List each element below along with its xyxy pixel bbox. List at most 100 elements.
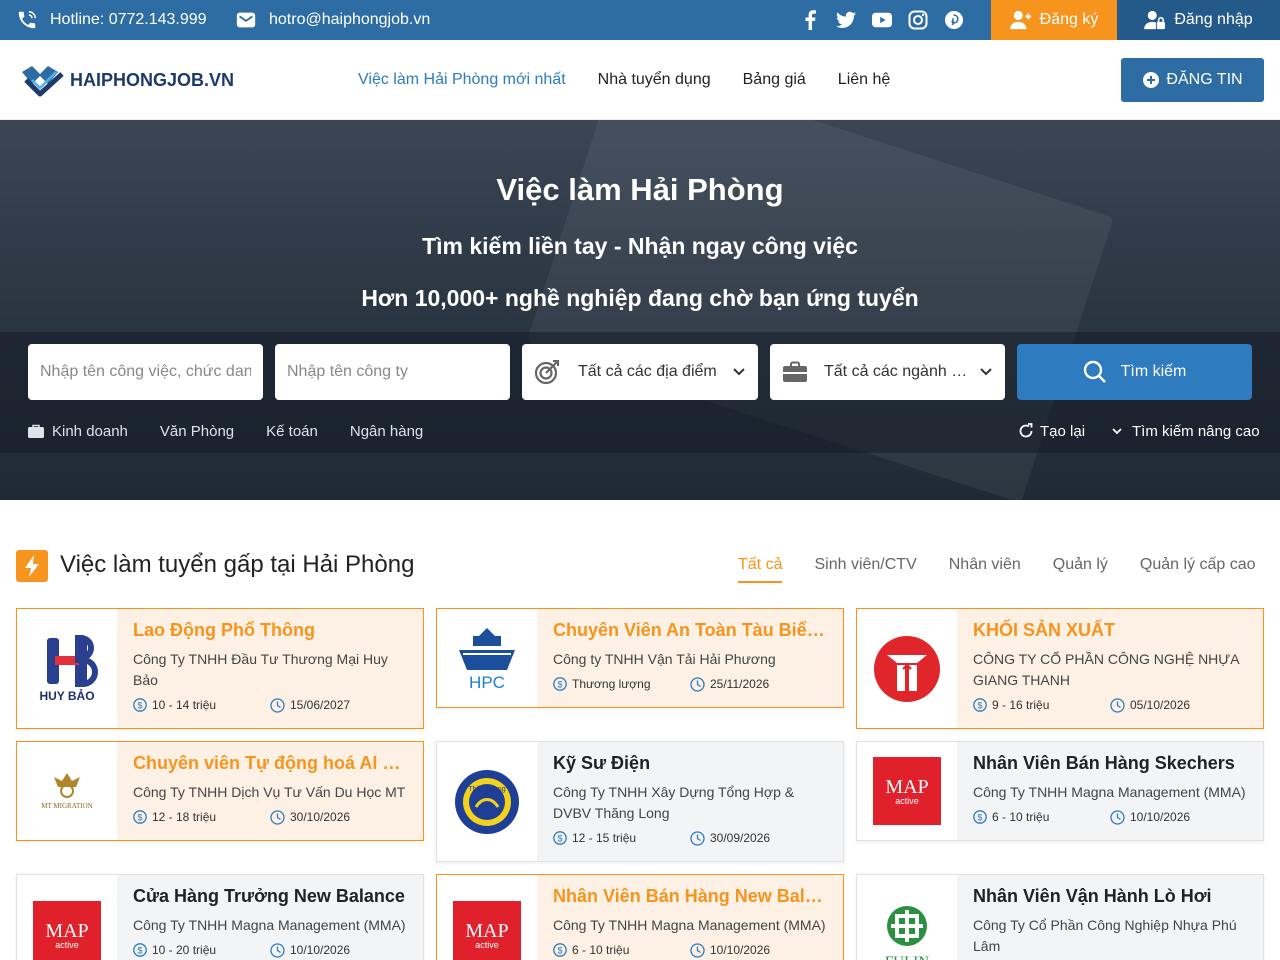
- nav-pricing[interactable]: Bảng giá: [743, 71, 806, 89]
- job-title[interactable]: KHỐI SẢN XUẤT: [973, 619, 1247, 641]
- advanced-search-toggle[interactable]: Tìm kiếm nâng cao: [1110, 420, 1260, 442]
- tag-accounting[interactable]: Kế toán: [266, 423, 318, 440]
- section-title: Việc làm tuyển gấp tại Hải Phòng: [60, 551, 415, 578]
- reset-button[interactable]: Tạo lại: [1018, 420, 1085, 442]
- company-logo[interactable]: HPC: [437, 609, 537, 707]
- company-logo[interactable]: [857, 609, 957, 728]
- dollar-icon: $: [973, 698, 987, 712]
- job-card[interactable]: MT MIGRATION Chuyên viên Tự động hoá AI p…: [16, 741, 424, 841]
- job-title[interactable]: Nhân Viên Vận Hành Lò Hơi: [973, 885, 1247, 907]
- hotline[interactable]: Hotline: 0772.143.999: [16, 0, 207, 40]
- chevron-down-icon: [733, 368, 745, 376]
- clock-icon: [270, 942, 285, 958]
- job-card[interactable]: MAP active Cửa Hàng Trưởng New Balance Công…: [16, 874, 424, 960]
- pinterest-icon[interactable]: [944, 10, 964, 30]
- company-name[interactable]: CÔNG TY CỔ PHẦN CÔNG NGHỆ NHỰA GIANG THA…: [973, 649, 1247, 691]
- post-job-button[interactable]: ĐĂNG TIN: [1121, 58, 1264, 102]
- company-input[interactable]: Nhập tên công ty: [275, 344, 510, 400]
- job-card[interactable]: HUY BẢO Lao Động Phổ Thông Công Ty TNHH Đầ…: [16, 608, 424, 729]
- company-logo[interactable]: MAP active: [437, 875, 537, 960]
- salary-value: Thương lượng: [572, 677, 651, 691]
- nav-contact[interactable]: Liên hệ: [838, 71, 891, 89]
- dollar-icon: $: [553, 831, 567, 845]
- instagram-icon[interactable]: [908, 10, 928, 30]
- salary: $10 - 20 triệu: [133, 943, 270, 957]
- industry-select[interactable]: Tất cả các ngành nghề: [770, 344, 1005, 400]
- company-name[interactable]: Công Ty Cổ Phần Công Nghiệp Nhựa Phú Lâm: [973, 915, 1247, 957]
- location-value: Tất cả các địa điểm: [578, 363, 717, 380]
- login-button[interactable]: Đăng nhập: [1117, 0, 1280, 40]
- mail-icon: [236, 12, 256, 28]
- company-name[interactable]: Công Ty TNHH Đầu Tư Thương Mại Huy Bảo: [133, 649, 407, 691]
- tag-banking[interactable]: Ngân hàng: [350, 423, 423, 440]
- company-logo[interactable]: FULIN: [857, 875, 957, 960]
- nav-employers[interactable]: Nhà tuyển dụng: [598, 71, 711, 89]
- company-logo[interactable]: MT MIGRATION: [17, 742, 117, 840]
- add-user-icon: [1009, 10, 1031, 30]
- clock-icon: [1110, 809, 1125, 825]
- deadline-value: 30/09/2026: [710, 831, 771, 845]
- site-logo[interactable]: HAIPHONGJOB.VN: [18, 62, 234, 98]
- email-link[interactable]: hotro@haiphongjob.vn: [235, 0, 430, 40]
- company-logo[interactable]: MAP active: [857, 742, 957, 840]
- job-title[interactable]: Chuyên viên Tự động hoá AI phát triển: [133, 752, 407, 774]
- deadline-value: 10/10/2026: [1130, 810, 1191, 824]
- job-meta: $6 - 10 triệu 10/10/2026: [973, 809, 1247, 825]
- clock-icon: [1110, 697, 1125, 713]
- job-title[interactable]: Cửa Hàng Trưởng New Balance: [133, 885, 407, 907]
- filter-staff[interactable]: Nhân viên: [949, 556, 1021, 583]
- svg-text:MAP: MAP: [465, 920, 508, 942]
- job-title[interactable]: Kỹ Sư Điện: [553, 752, 827, 774]
- company-logo[interactable]: MAP active: [17, 875, 117, 960]
- tag-office[interactable]: Văn Phòng: [160, 423, 234, 440]
- salary: $6 - 10 triệu: [973, 810, 1110, 824]
- company-name[interactable]: Công Ty TNHH Xây Dựng Tổng Hợp & DVBV Th…: [553, 782, 827, 824]
- svg-text:$: $: [977, 701, 982, 711]
- job-meta: $10 - 20 triệu 10/10/2026: [133, 942, 407, 958]
- svg-text:$: $: [557, 946, 562, 956]
- tag-sales[interactable]: Kinh doanh: [28, 423, 128, 440]
- company-name[interactable]: Công Ty TNHH Dịch Vụ Tư Vấn Du Học MT: [133, 782, 407, 803]
- job-title-input[interactable]: Nhập tên công việc, chức danh: [28, 344, 263, 400]
- company-name[interactable]: Công ty TNHH Vận Tải Hải Phương: [553, 649, 827, 670]
- job-card[interactable]: KHỐI SẢN XUẤT CÔNG TY CỔ PHẦN CÔNG NGHỆ N…: [856, 608, 1264, 729]
- location-select[interactable]: Tất cả các địa điểm: [522, 344, 758, 400]
- job-card[interactable]: MAP active Nhân Viên Bán Hàng New Balance C…: [436, 874, 844, 960]
- job-meta: $9 - 16 triệu 05/10/2026: [973, 697, 1247, 713]
- job-title[interactable]: Chuyên Viên An Toàn Tàu Biển (DPA/CSO): [553, 619, 827, 641]
- company-logo[interactable]: Thăng Long: [437, 742, 537, 861]
- twitter-icon[interactable]: [836, 10, 856, 30]
- job-card[interactable]: Thăng Long Kỹ Sư Điện Công Ty TNHH Xây Dựn…: [436, 741, 844, 862]
- job-card[interactable]: HPC Chuyên Viên An Toàn Tàu Biển (DPA/CSO…: [436, 608, 844, 708]
- tag-label: Kinh doanh: [52, 422, 128, 440]
- company-name[interactable]: Công Ty TNHH Magna Management (MMA): [553, 915, 827, 936]
- filter-student[interactable]: Sinh viên/CTV: [814, 556, 916, 583]
- register-button[interactable]: Đăng ký: [991, 0, 1117, 40]
- filter-manager[interactable]: Quản lý: [1053, 556, 1108, 583]
- job-level-filters: Tất cả Sinh viên/CTV Nhân viên Quản lý Q…: [738, 556, 1256, 583]
- nav-latest-jobs[interactable]: Việc làm Hải Phòng mới nhất: [358, 71, 566, 89]
- deadline-value: 10/10/2026: [710, 943, 771, 957]
- search-button[interactable]: Tìm kiếm: [1017, 344, 1252, 400]
- company-name[interactable]: Công Ty TNHH Magna Management (MMA): [973, 782, 1247, 803]
- industry-value: Tất cả các ngành nghề: [824, 363, 972, 380]
- filter-senior-manager[interactable]: Quản lý cấp cao: [1140, 556, 1256, 583]
- job-card[interactable]: FULIN Nhân Viên Vận Hành Lò Hơi Công Ty Cổ…: [856, 874, 1264, 960]
- facebook-icon[interactable]: [800, 10, 820, 30]
- youtube-icon[interactable]: [872, 10, 892, 30]
- job-title-placeholder: Nhập tên công việc, chức danh: [40, 363, 251, 380]
- salary: $6 - 10 triệu: [553, 943, 690, 957]
- job-card[interactable]: MAP active Nhân Viên Bán Hàng Skechers Công…: [856, 741, 1264, 841]
- phone-icon: [18, 11, 36, 29]
- company-name[interactable]: Công Ty TNHH Magna Management (MMA): [133, 915, 407, 936]
- dollar-icon: $: [553, 943, 567, 957]
- job-title[interactable]: Lao Động Phổ Thông: [133, 619, 407, 641]
- filter-all[interactable]: Tất cả: [738, 556, 783, 583]
- svg-text:active: active: [475, 940, 499, 950]
- job-title[interactable]: Nhân Viên Bán Hàng New Balance: [553, 885, 827, 907]
- clock-icon: [690, 830, 705, 846]
- company-logo[interactable]: HUY BẢO: [17, 609, 117, 728]
- job-title[interactable]: Nhân Viên Bán Hàng Skechers: [973, 752, 1247, 774]
- advanced-search-label: Tìm kiếm nâng cao: [1132, 422, 1260, 440]
- dollar-icon: $: [133, 698, 147, 712]
